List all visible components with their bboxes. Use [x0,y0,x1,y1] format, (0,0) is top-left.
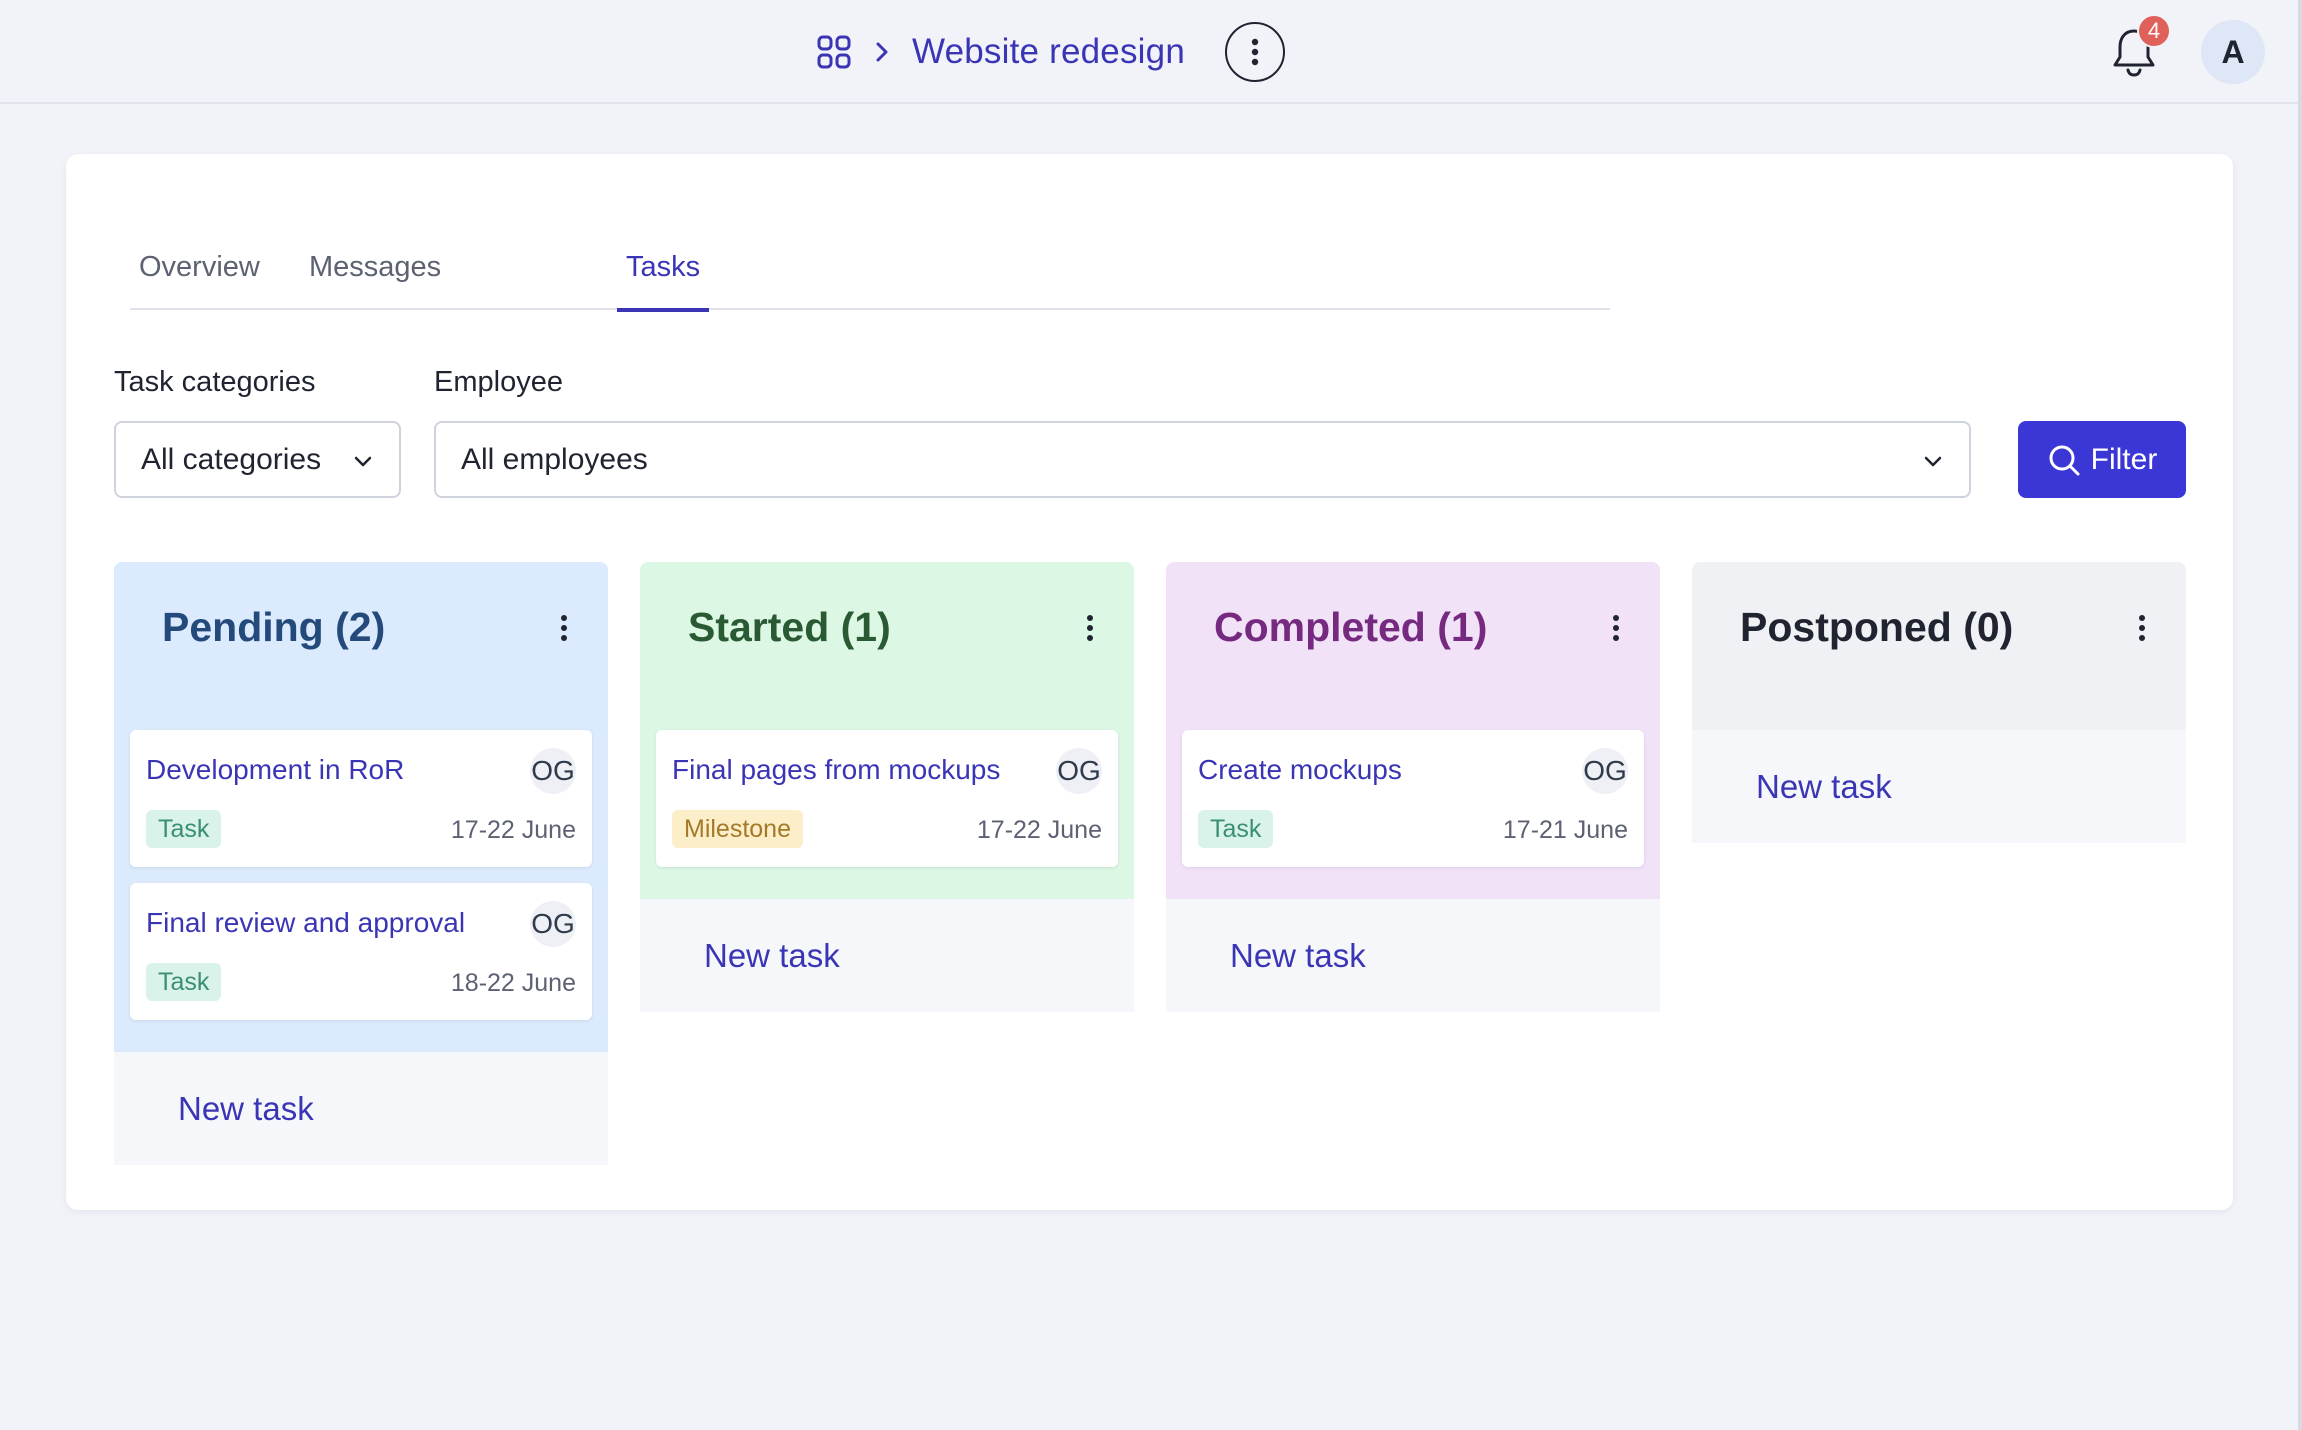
task-card[interactable]: Final review and approval OG Task 18-22 … [130,883,592,1020]
employee-select[interactable]: All employees [434,421,1971,498]
task-categories-select[interactable]: All categories [114,421,401,498]
task-title[interactable]: Create mockups [1198,754,1402,786]
column-menu-button[interactable] [1078,614,1102,650]
chevron-down-icon [1919,447,1947,475]
employee-label: Employee [434,366,563,398]
board-column-started: Started (1) Final pages from mockups OG … [640,562,1134,1012]
tab-messages[interactable]: Messages [300,224,450,310]
column-header: Postponed (0) [1692,562,2186,730]
project-panel: Overview Messages Tasks Task categories … [66,154,2233,1210]
task-categories-value: All categories [141,442,322,476]
filter-button-label: Filter [2090,442,2158,476]
chevron-down-icon [349,447,377,475]
column-title: Completed (1) [1214,604,1488,650]
task-card[interactable]: Development in RoR OG Task 17-22 June [130,730,592,867]
column-header: Completed (1) [1166,562,1660,730]
column-header: Started (1) [640,562,1134,730]
employee-value: All employees [461,442,648,476]
task-title[interactable]: Development in RoR [146,754,404,786]
task-type-badge: Task [1198,810,1274,848]
assignee-avatar: OG [530,748,576,794]
task-type-badge: Task [146,810,222,848]
more-vertical-icon [2138,614,2146,650]
column-title: Postponed (0) [1740,604,2014,650]
board-column-completed: Completed (1) Create mockups OG Task 17-… [1166,562,1660,1012]
column-title: Pending (2) [162,604,386,650]
new-task-button[interactable]: New task [1166,899,1660,1012]
board-column-postponed: Postponed (0) New task [1692,562,2186,843]
column-header: Pending (2) [114,562,608,730]
more-vertical-icon [1086,614,1094,650]
board-column-pending: Pending (2) Development in RoR OG Task 1… [114,562,608,1165]
notification-count-badge: 4 [2137,14,2171,48]
breadcrumb: Website redesign [816,22,1185,82]
task-card[interactable]: Create mockups OG Task 17-21 June [1182,730,1644,867]
top-bar: Website redesign 4 A [0,0,2302,104]
task-title[interactable]: Final pages from mockups [672,754,1000,786]
column-body: Completed (1) Create mockups OG Task 17-… [1166,562,1660,899]
search-icon [2047,443,2081,477]
task-title[interactable]: Final review and approval [146,907,465,939]
more-vertical-icon [1251,38,1259,66]
column-body: Postponed (0) [1692,562,2186,730]
column-menu-button[interactable] [552,614,576,650]
task-date-range: 17-22 June [450,816,576,844]
task-card[interactable]: Final pages from mockups OG Milestone 17… [656,730,1118,867]
tab-tasks[interactable]: Tasks [617,224,710,312]
window-edge [2298,0,2302,1430]
new-task-button[interactable]: New task [1692,730,2186,843]
assignee-avatar: OG [1056,748,1102,794]
task-date-range: 17-22 June [976,816,1102,844]
column-body: Pending (2) Development in RoR OG Task 1… [114,562,608,1052]
task-date-range: 17-21 June [1502,816,1628,844]
more-vertical-icon [560,614,568,650]
breadcrumb-project-title[interactable]: Website redesign [912,32,1185,72]
assignee-avatar: OG [1582,748,1628,794]
more-vertical-icon [1612,614,1620,650]
assignee-avatar: OG [530,901,576,947]
user-avatar[interactable]: A [2201,20,2265,84]
apps-grid-icon[interactable] [816,34,852,70]
tab-bar: Overview Messages Tasks [130,224,1610,312]
task-date-range: 18-22 June [450,969,576,997]
column-menu-button[interactable] [1604,614,1628,650]
chevron-right-icon [872,40,892,64]
task-type-badge: Task [146,963,222,1001]
tab-overview[interactable]: Overview [130,224,269,310]
task-type-badge: Milestone [672,810,803,848]
project-more-button[interactable] [1225,22,1285,82]
column-title: Started (1) [688,604,891,650]
column-menu-button[interactable] [2130,614,2154,650]
column-body: Started (1) Final pages from mockups OG … [640,562,1134,899]
new-task-button[interactable]: New task [114,1052,608,1165]
new-task-button[interactable]: New task [640,899,1134,1012]
task-categories-label: Task categories [114,366,316,398]
filter-button[interactable]: Filter [2018,421,2186,498]
